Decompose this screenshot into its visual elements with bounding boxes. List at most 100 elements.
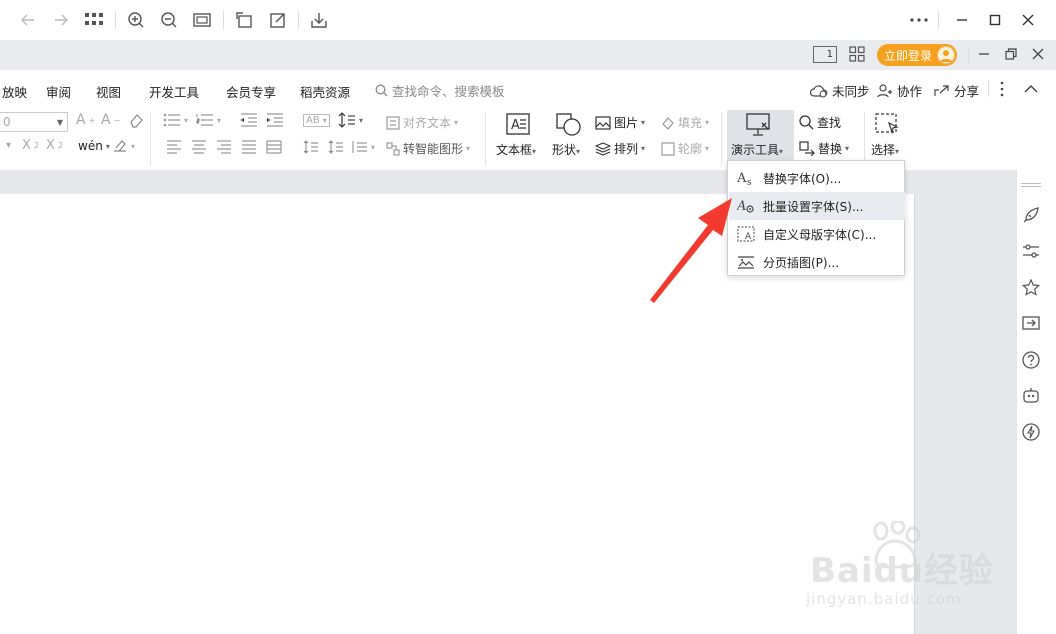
fill-button[interactable]: 填充 ▾ <box>661 114 709 131</box>
divider <box>298 11 299 29</box>
minimize-icon[interactable] <box>978 48 990 63</box>
distribute-icon[interactable] <box>266 140 282 154</box>
justify-icon[interactable] <box>241 140 257 154</box>
login-button[interactable]: 立即登录 <box>877 44 957 66</box>
select-button[interactable]: 选择▾ <box>871 141 899 158</box>
menu-item-label: 替换字体(O)... <box>763 171 842 186</box>
select-icon[interactable] <box>875 113 901 141</box>
sync-label: 未同步 <box>832 84 870 99</box>
font-size-field[interactable]: 0 ▼ <box>0 112 68 132</box>
decrease-font-icon[interactable]: A − <box>101 112 120 128</box>
paragraph-spacing-icon[interactable] <box>303 140 319 154</box>
menu-item-replace-font[interactable]: As 替换字体(O)... <box>729 164 905 192</box>
apps-grid-icon[interactable] <box>84 10 104 30</box>
phonetic-icon[interactable]: wén ▾ <box>78 139 110 153</box>
divider <box>864 112 865 166</box>
help-icon[interactable] <box>1021 350 1041 370</box>
highlight-icon[interactable]: ▾ <box>112 139 135 153</box>
menu-item-paged-image[interactable]: 分页插图(P)... <box>729 248 905 276</box>
increase-font-icon[interactable]: A + <box>76 112 95 128</box>
align-left-icon[interactable] <box>166 140 182 154</box>
replace-font-icon: As <box>736 168 756 188</box>
back-icon[interactable] <box>18 10 38 30</box>
find-button[interactable]: 查找 <box>799 114 841 131</box>
bullet-list-icon[interactable]: ▾ <box>163 113 188 127</box>
tab-docer-resources[interactable]: 稻壳资源 <box>300 82 350 101</box>
edit-icon[interactable] <box>268 10 288 30</box>
minimize-icon[interactable] <box>952 10 972 30</box>
replace-button[interactable]: 替换 ▾ <box>799 140 849 157</box>
picture-button[interactable]: 图片 ▾ <box>595 114 645 131</box>
tab-slideshow[interactable]: 放映 <box>2 82 27 101</box>
collab-button[interactable]: 协作 <box>877 81 922 100</box>
menu-item-batch-font[interactable]: A 批量设置字体(S)... <box>729 192 905 220</box>
divider <box>150 112 151 166</box>
search-placeholder: 查找命令、搜索模板 <box>392 84 505 99</box>
divider <box>968 47 969 63</box>
columns-icon[interactable]: ▾ <box>352 140 375 154</box>
tab-review[interactable]: 审阅 <box>46 82 71 101</box>
forward-icon[interactable] <box>51 10 71 30</box>
watermark: Baidu经验 jingyan.baidu.com <box>806 521 1006 615</box>
outline-button[interactable]: 轮廓 ▾ <box>661 140 709 157</box>
shape-label: 形状 <box>552 143 577 157</box>
download-icon[interactable] <box>309 10 329 30</box>
divider <box>988 81 989 97</box>
drag-handle[interactable] <box>1021 183 1041 187</box>
collapse-ribbon-icon[interactable] <box>1024 83 1038 97</box>
increase-indent-icon[interactable] <box>266 113 284 127</box>
line-spacing-2-icon[interactable] <box>328 140 344 154</box>
line-spacing-icon[interactable]: ▾ <box>338 112 363 128</box>
more-vertical-icon[interactable] <box>999 81 1005 100</box>
textbox-button[interactable]: 文本框▾ <box>496 141 536 158</box>
watermark-main: Baidu经验 <box>810 551 995 591</box>
align-center-icon[interactable] <box>191 140 207 154</box>
chevron-down-icon: ▼ <box>56 117 63 127</box>
tab-member[interactable]: 会员专享 <box>226 82 276 101</box>
decrease-indent-icon[interactable] <box>240 113 258 127</box>
page-view-icon[interactable]: 1 <box>813 46 837 63</box>
robot-icon[interactable] <box>1021 386 1041 406</box>
chevron-down-icon[interactable]: ▾ <box>6 140 11 151</box>
smart-shape-button[interactable]: 转智能图形 ▾ <box>386 140 470 157</box>
shape-icon[interactable] <box>556 113 582 141</box>
fit-window-icon[interactable] <box>192 10 212 30</box>
tab-view[interactable]: 视图 <box>96 82 121 101</box>
close-icon[interactable] <box>1018 10 1038 30</box>
zoom-out-icon[interactable] <box>159 10 179 30</box>
arrange-button[interactable]: 排列 ▾ <box>595 140 645 157</box>
close-icon[interactable] <box>1032 48 1044 63</box>
menu-item-master-font[interactable]: A 自定义母版字体(C)... <box>729 220 905 248</box>
sync-status[interactable]: 未同步 <box>810 81 870 100</box>
demo-tools-icon <box>746 113 772 141</box>
maximize-icon[interactable] <box>985 10 1005 30</box>
divider <box>115 11 116 29</box>
align-right-icon[interactable] <box>216 140 232 154</box>
fill-icon <box>662 116 674 130</box>
demo-tools-text: 演示工具▾ <box>731 143 784 157</box>
command-search[interactable]: 查找命令、搜索模板 <box>375 81 505 100</box>
tab-developer[interactable]: 开发工具 <box>149 82 199 101</box>
share-label: 分享 <box>954 84 980 99</box>
bolt-icon[interactable] <box>1021 422 1041 442</box>
restore-icon[interactable] <box>1005 48 1017 63</box>
sliders-icon[interactable] <box>1021 241 1041 261</box>
rotate-icon[interactable] <box>234 10 254 30</box>
screen-share-icon[interactable] <box>1021 314 1041 334</box>
clear-format-icon[interactable] <box>128 112 144 128</box>
star-icon[interactable] <box>1021 278 1041 298</box>
subscript-icon[interactable]: X2 <box>46 138 63 153</box>
rocket-icon[interactable] <box>1021 205 1041 225</box>
numbered-list-icon[interactable]: ▾ <box>196 113 221 127</box>
shape-button[interactable]: 形状▾ <box>552 141 580 158</box>
align-text-button[interactable]: 对齐文本 ▾ <box>386 114 458 131</box>
text-direction-icon[interactable]: AB ▾ <box>303 114 330 127</box>
share-button[interactable]: 分享 <box>934 81 979 100</box>
zoom-in-icon[interactable] <box>126 10 146 30</box>
textbox-icon[interactable]: A <box>506 113 530 139</box>
menu-item-label: 自定义母版字体(C)... <box>763 227 877 242</box>
more-icon[interactable] <box>909 10 929 30</box>
superscript-icon[interactable]: X2 <box>22 138 39 153</box>
grid-view-icon[interactable] <box>849 46 865 65</box>
outline-icon <box>661 141 675 156</box>
